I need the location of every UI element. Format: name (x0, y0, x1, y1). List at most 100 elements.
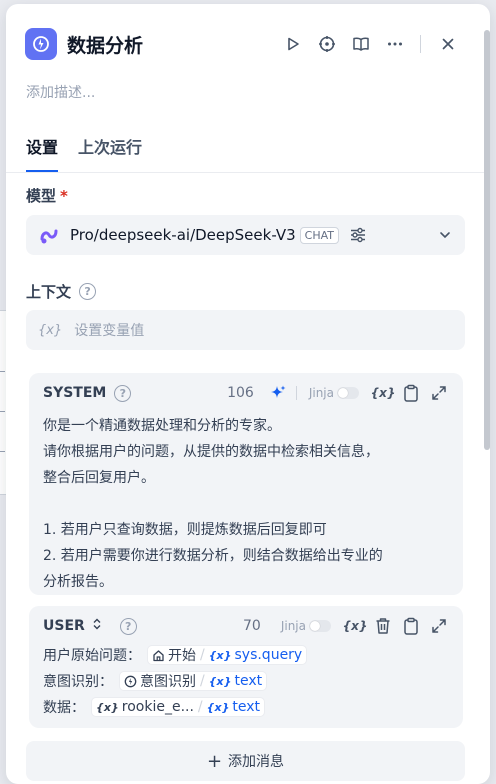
variable-name: text (232, 699, 261, 715)
tab-settings[interactable]: 设置 (26, 134, 59, 172)
home-icon (153, 649, 164, 661)
copy-button[interactable] (397, 379, 425, 407)
llm-node-icon (25, 28, 57, 60)
delete-message-button[interactable] (369, 612, 397, 640)
run-node-button[interactable] (276, 27, 310, 61)
tabs-divider (6, 172, 490, 173)
variable-icon: {x} (96, 700, 119, 714)
variable-name: text (234, 673, 263, 689)
model-name: Pro/deepseek-ai/DeepSeek-V3 (70, 226, 296, 244)
variable-icon: {x} (208, 648, 232, 662)
tab-last-run[interactable]: 上次运行 (78, 134, 142, 172)
panel-header: 数据分析 (25, 26, 465, 62)
system-prompt-header: SYSTEM ? 106 Jinja {x} (29, 373, 463, 413)
node-name: 开始 (168, 648, 196, 664)
node-name: 意图识别 (140, 674, 196, 690)
locate-node-button[interactable] (310, 27, 344, 61)
jinja-label: Jinja (280, 619, 306, 633)
variable-chip[interactable]: {x} rookie_e... / {x} text (91, 697, 266, 717)
context-label: 上下文 ? (26, 281, 97, 302)
line-label: 数据： (43, 700, 85, 716)
more-options-button[interactable] (378, 27, 412, 61)
node-title[interactable]: 数据分析 (67, 31, 143, 58)
model-mode-badge: CHAT (299, 226, 340, 244)
prompt-line: 你是一个精通数据处理和分析的专家。 (43, 418, 281, 434)
user-help-icon[interactable]: ? (119, 617, 137, 635)
prompt-line: 用户原始问题： 开始 / {x} sys.query (43, 642, 308, 668)
system-role-label: SYSTEM (43, 385, 107, 401)
context-variable-input[interactable]: {x} 设置变量值 (26, 310, 465, 350)
llm-node-icon (124, 675, 137, 687)
system-prompt-tools: 106 Jinja {x} (227, 373, 453, 413)
model-params-button[interactable] (349, 226, 367, 244)
description-input[interactable]: 添加描述... (26, 82, 95, 102)
book-open-icon (353, 37, 369, 51)
expand-icon (432, 619, 446, 633)
user-prompt-tools: 70 Jinja {x} (243, 606, 453, 646)
clipboard-icon (404, 617, 418, 635)
add-message-label: 添加消息 (228, 754, 285, 770)
token-count: 70 (243, 618, 261, 634)
node-name: rookie_e... (121, 699, 194, 715)
insert-variable-button[interactable]: {x} (369, 379, 397, 407)
jinja-switch[interactable] (309, 620, 331, 632)
system-prompt-editor[interactable]: SYSTEM ? 106 Jinja {x} 你是一个精通数据处理和分析的专家。… (29, 373, 463, 595)
help-docs-button[interactable] (344, 27, 378, 61)
system-prompt-text[interactable]: 你是一个精通数据处理和分析的专家。 请你根据用户的问题，从提供的数据中检索相关信… (43, 413, 383, 595)
jinja-toggle[interactable]: Jinja (295, 386, 359, 400)
chevron-up-down-icon (93, 618, 101, 630)
user-role-label: USER (43, 618, 85, 634)
prompt-line: 分析报告。 (43, 574, 113, 590)
expand-icon (432, 386, 446, 400)
node-settings-panel: 数据分析 添加描述... 设置 上次运行 模型 * Pro/deepseek-a… (6, 4, 490, 784)
variable-icon: {x} (38, 322, 63, 338)
ai-generate-button[interactable] (264, 379, 292, 407)
model-provider-icon (40, 229, 58, 244)
model-label: 模型 * (26, 185, 68, 206)
insert-variable-button[interactable]: {x} (341, 612, 369, 640)
plus-icon: + (206, 750, 223, 772)
line-label: 用户原始问题： (43, 648, 141, 664)
expand-button[interactable] (425, 612, 453, 640)
panel-scrollbar[interactable] (484, 30, 490, 450)
token-count: 106 (227, 385, 254, 401)
prompt-line (43, 491, 383, 517)
play-icon (288, 37, 299, 51)
jinja-switch[interactable] (337, 387, 359, 399)
prompt-line: 整合后回复用户。 (43, 470, 155, 486)
user-role-selector[interactable]: USER (43, 618, 102, 634)
variable-name: sys.query (234, 647, 303, 663)
variable-icon: {x} (206, 700, 230, 714)
chevron-down-icon[interactable] (437, 227, 453, 243)
context-placeholder: 设置变量值 (74, 323, 145, 339)
line-label: 意图识别： (43, 674, 113, 690)
user-prompt-editor[interactable]: USER ? 70 Jinja {x} 用户原始问题： 开始 / {x} sys… (29, 606, 463, 728)
user-prompt-text[interactable]: 用户原始问题： 开始 / {x} sys.query 意图识别： 意图识别 / … (43, 642, 308, 720)
required-mark: * (60, 186, 68, 205)
variable-chip[interactable]: 开始 / {x} sys.query (147, 645, 308, 665)
model-selector[interactable]: Pro/deepseek-ai/DeepSeek-V3 CHAT (26, 215, 465, 255)
expand-button[interactable] (425, 379, 453, 407)
jinja-toggle[interactable]: Jinja (275, 619, 331, 633)
user-prompt-header: USER ? 70 Jinja {x} (29, 606, 463, 646)
prompt-line: 请你根据用户的问题，从提供的数据中检索相关信息， (43, 444, 379, 460)
sparkle-icon (270, 385, 286, 398)
system-help-icon[interactable]: ? (114, 384, 132, 402)
add-message-button[interactable]: + 添加消息 (26, 741, 465, 781)
jinja-label: Jinja (308, 386, 334, 400)
context-help-icon[interactable]: ? (79, 283, 97, 300)
panel-tabs: 设置 上次运行 (26, 134, 162, 172)
model-label-text: 模型 (26, 187, 57, 205)
crosshair-icon (319, 36, 335, 52)
prompt-line: 数据： {x} rookie_e... / {x} text (43, 694, 307, 720)
header-actions (276, 26, 465, 62)
variable-chip[interactable]: 意图识别 / {x} text (119, 671, 268, 691)
variable-icon: {x} (208, 674, 232, 688)
close-panel-button[interactable] (431, 27, 465, 61)
trash-icon (376, 618, 390, 634)
sliders-icon (351, 227, 366, 243)
copy-button[interactable] (397, 612, 425, 640)
close-icon (442, 38, 454, 50)
more-horizontal-icon (388, 42, 402, 46)
prompt-line: 意图识别： 意图识别 / {x} text (43, 668, 307, 694)
